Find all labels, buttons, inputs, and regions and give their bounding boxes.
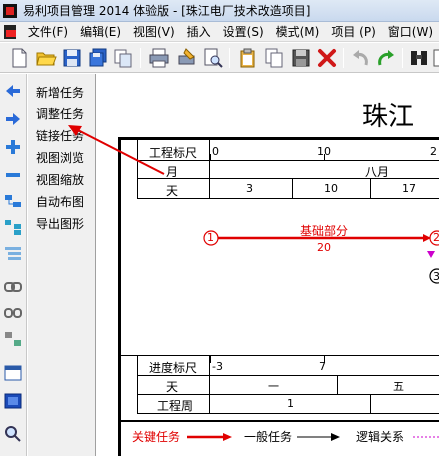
menu-settings[interactable]: 设置(S)	[217, 23, 270, 40]
project-title: 珠江	[362, 102, 415, 132]
node-1-label: 1	[207, 231, 214, 244]
annotation-pointer-arrow	[68, 125, 165, 175]
menu-view[interactable]: 视图(V)	[127, 23, 181, 40]
node-2-label: 2	[433, 231, 439, 244]
day-value-10: 10	[324, 182, 338, 195]
menu-insert[interactable]: 插入	[181, 23, 217, 40]
progress-tick-neg3: -3	[212, 360, 223, 373]
main-toolbar	[0, 43, 439, 73]
left-tool-bar	[0, 74, 27, 456]
row-label-week: 工程周	[157, 399, 194, 413]
frame-left-border	[118, 137, 121, 456]
title-bar: 易利项目管理 2014 体验版 - [珠江电厂技术改造项目]	[0, 0, 439, 22]
legend-critical-arrow-icon	[187, 433, 232, 441]
grid-icon[interactable]	[432, 47, 439, 69]
window-title: 易利项目管理 2014 体验版 - [珠江电厂技术改造项目]	[23, 4, 311, 18]
command-export-graphic[interactable]: 导出图形	[36, 215, 84, 232]
copy-icon[interactable]	[112, 47, 134, 69]
zoom-icon[interactable]	[3, 424, 23, 442]
menu-bar: 文件(F) 编辑(E) 视图(V) 插入 设置(S) 模式(M) 项目 (P) …	[0, 22, 439, 42]
tree-icon[interactable]	[3, 218, 23, 236]
arrow-left-icon[interactable]	[3, 82, 23, 100]
legend-logic-label: 逻辑关系	[356, 430, 405, 444]
print-preview-icon[interactable]	[202, 47, 224, 69]
task-duration: 20	[317, 241, 331, 254]
view-icon[interactable]	[3, 392, 23, 410]
menu-edit[interactable]: 编辑(E)	[74, 23, 127, 40]
month-label: 八月	[365, 165, 390, 179]
row-label-day: 天	[166, 184, 179, 198]
day-value-17: 17	[402, 182, 416, 195]
clipboard-icon[interactable]	[237, 47, 259, 69]
delete-icon[interactable]	[316, 47, 338, 69]
plus-icon[interactable]	[3, 138, 23, 156]
redo-icon[interactable]	[375, 47, 397, 69]
add-task-icon[interactable]	[3, 192, 23, 210]
disk-icon[interactable]	[290, 47, 312, 69]
menu-project[interactable]: 项目 (P)	[325, 23, 381, 40]
undo-icon[interactable]	[350, 47, 372, 69]
scale-tick-0: 0	[212, 145, 219, 158]
new-document-icon[interactable]	[8, 47, 30, 69]
scale-tick-20: 2	[430, 145, 437, 158]
print-icon[interactable]	[148, 47, 170, 69]
open-folder-icon[interactable]	[35, 47, 57, 69]
legend-normal-arrow-icon	[297, 433, 340, 441]
legend-critical-label: 关键任务	[132, 430, 181, 444]
week-value: 1	[287, 397, 294, 410]
command-add-task[interactable]: 新增任务	[36, 84, 84, 101]
row-label-day-bottom: 天	[166, 380, 179, 394]
legend-normal-label: 一般任务	[244, 430, 293, 444]
weekday-mon: 一	[268, 380, 279, 393]
menu-file[interactable]: 文件(F)	[22, 23, 74, 40]
window-icon[interactable]	[3, 364, 23, 382]
logic-arrowhead	[427, 251, 435, 258]
document-menu-icon[interactable]	[4, 24, 16, 39]
menu-mode[interactable]: 模式(M)	[270, 23, 326, 40]
command-auto-layout[interactable]: 自动布图	[36, 193, 84, 210]
page-copy-icon[interactable]	[263, 47, 285, 69]
save-all-icon[interactable]	[87, 47, 109, 69]
arrow-right-icon[interactable]	[3, 110, 23, 128]
unlink-icon[interactable]	[3, 304, 23, 322]
day-value-3: 3	[246, 182, 253, 195]
binoculars-icon[interactable]	[408, 47, 430, 69]
link-icon[interactable]	[3, 278, 23, 296]
minus-icon[interactable]	[3, 166, 23, 184]
menu-window[interactable]: 窗口(W)	[382, 23, 439, 40]
task-name[interactable]: 基础部分	[300, 222, 348, 239]
app-logo-icon	[3, 3, 17, 18]
print-setup-icon[interactable]	[176, 47, 198, 69]
save-icon[interactable]	[61, 47, 83, 69]
legend-logic-line-icon	[413, 436, 439, 438]
node-3-label: 3	[433, 270, 439, 283]
group-icon[interactable]	[3, 330, 23, 348]
weekday-fri: 五	[393, 380, 404, 393]
outline-icon[interactable]	[3, 244, 23, 262]
row-label-progress: 进度标尺	[149, 361, 198, 375]
